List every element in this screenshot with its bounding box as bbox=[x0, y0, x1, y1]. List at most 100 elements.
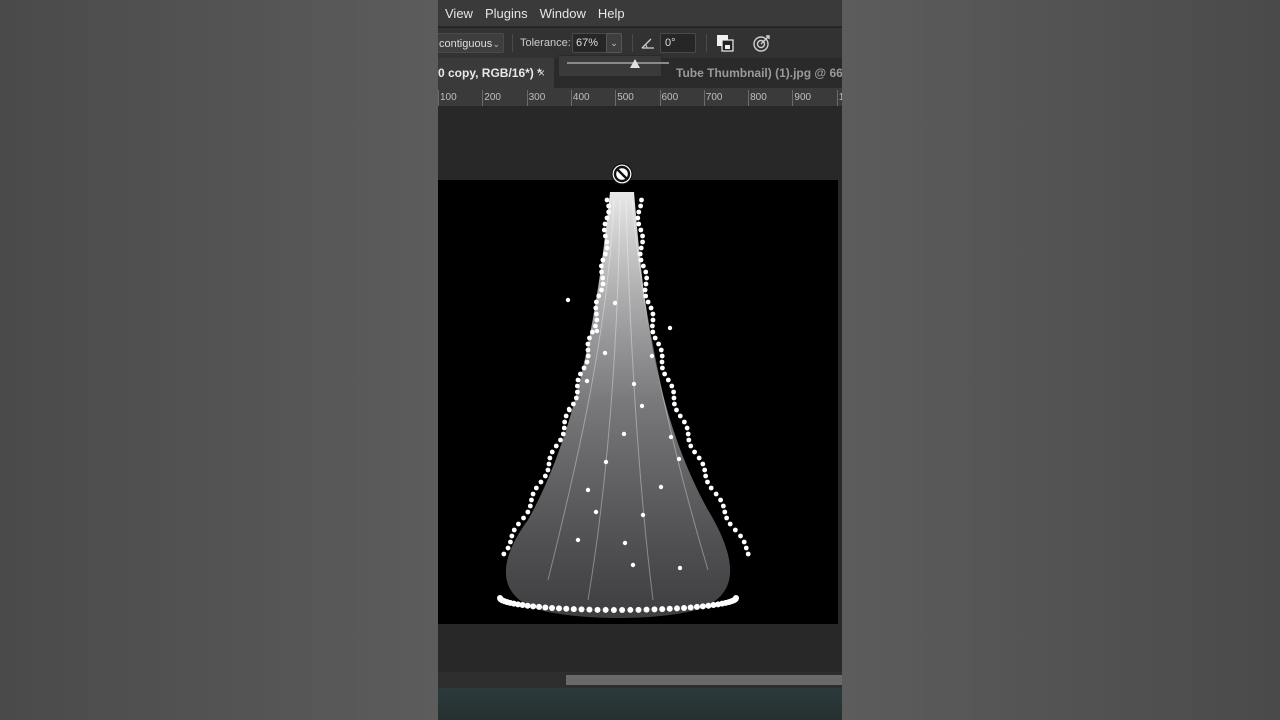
veil-flower bbox=[674, 407, 679, 413]
veil-flower bbox=[738, 533, 743, 539]
veil-flower bbox=[542, 473, 548, 479]
tab-inactive-document[interactable]: Tube Thumbnail) (1).jpg @ 66.7% bbox=[676, 58, 842, 88]
veil-flower bbox=[636, 221, 642, 227]
veil-flower bbox=[718, 497, 723, 503]
veil-flower bbox=[619, 606, 626, 613]
veil-flower bbox=[745, 551, 751, 557]
veil-flower bbox=[705, 479, 710, 485]
veil-flower bbox=[688, 443, 694, 449]
angle-input[interactable]: 0° bbox=[660, 33, 696, 53]
veil-flower bbox=[677, 565, 683, 571]
veil-flower bbox=[671, 389, 676, 395]
veil-flower bbox=[676, 456, 682, 462]
divider bbox=[632, 34, 633, 52]
veil-flower bbox=[521, 515, 526, 521]
tolerance-slider-popup[interactable] bbox=[558, 55, 669, 77]
veil-flower bbox=[660, 365, 665, 371]
veil-flower bbox=[622, 540, 628, 546]
horizontal-scrollbar[interactable] bbox=[438, 672, 842, 688]
veil-flower bbox=[585, 347, 591, 353]
veil-flower bbox=[640, 263, 646, 269]
tab-inactive-label: Tube Thumbnail) (1).jpg @ 66.7% bbox=[676, 66, 842, 80]
veil-flower bbox=[643, 606, 650, 613]
veil-flower bbox=[644, 275, 650, 281]
veil-flower bbox=[643, 269, 649, 275]
options-bar: contiguous ⌄ Tolerance: 67% ⌄ 0° bbox=[438, 27, 842, 58]
close-icon[interactable]: × bbox=[538, 58, 545, 88]
bottom-bar bbox=[438, 688, 842, 720]
slider-track bbox=[567, 62, 669, 64]
veil-flower bbox=[584, 359, 590, 365]
veil-illustration bbox=[497, 192, 751, 618]
veil-flower bbox=[638, 227, 644, 233]
scrollbar-thumb[interactable] bbox=[566, 675, 842, 685]
veil-flower bbox=[511, 527, 517, 533]
angle-value: 0° bbox=[665, 37, 676, 49]
veil-flower bbox=[600, 281, 606, 287]
contiguous-label: contiguous bbox=[439, 38, 493, 50]
veil-flower bbox=[693, 603, 700, 610]
menu-item-help[interactable]: Help bbox=[598, 6, 625, 21]
veil-flower bbox=[524, 602, 531, 609]
veil-flower bbox=[703, 473, 709, 479]
angle-icon bbox=[641, 38, 654, 49]
veil-flower bbox=[530, 491, 536, 497]
veil-flower bbox=[643, 281, 649, 287]
veil-flower bbox=[612, 300, 618, 306]
veil-flower bbox=[606, 203, 612, 209]
veil-flower bbox=[508, 539, 513, 545]
tab-active-document[interactable]: 0 copy, RGB/16*) * × bbox=[438, 58, 554, 88]
menu-bar: View Plugins Window Help bbox=[438, 0, 842, 26]
contiguous-dropdown[interactable]: contiguous ⌄ bbox=[438, 33, 504, 53]
veil-flower bbox=[627, 606, 634, 613]
veil-flower bbox=[743, 545, 749, 551]
veil-flower bbox=[545, 467, 551, 473]
veil-flower bbox=[681, 419, 687, 425]
slider-thumb[interactable] bbox=[630, 59, 641, 68]
veil-flower bbox=[563, 605, 570, 612]
veil-flower bbox=[684, 425, 690, 431]
veil-flower bbox=[662, 371, 668, 377]
veil-flower bbox=[558, 437, 563, 443]
veil-flower bbox=[635, 606, 642, 613]
swatch-icon[interactable] bbox=[716, 34, 734, 52]
veil-flower bbox=[659, 606, 666, 613]
veil-flower bbox=[680, 604, 687, 611]
target-icon[interactable] bbox=[752, 33, 772, 53]
veil-flower bbox=[560, 431, 566, 437]
ruler-tick-label: 100 bbox=[440, 92, 457, 103]
tolerance-label: Tolerance: bbox=[520, 37, 571, 49]
veil-flower bbox=[603, 459, 609, 465]
veil-flower bbox=[593, 305, 599, 311]
veil-flower bbox=[640, 512, 646, 518]
veil-flower bbox=[601, 227, 607, 233]
veil-flower bbox=[636, 209, 642, 215]
veil-flower bbox=[570, 606, 577, 613]
ruler-tick bbox=[792, 90, 794, 106]
menu-item-window[interactable]: Window bbox=[540, 6, 586, 21]
veil-flower bbox=[637, 251, 643, 257]
veil-flower bbox=[648, 305, 654, 311]
tolerance-dropdown-button[interactable]: ⌄ bbox=[606, 33, 622, 53]
photoshop-window: View Plugins Window Help contiguous ⌄ Toler… bbox=[438, 0, 842, 720]
ruler-tick bbox=[836, 90, 838, 106]
veil-flower bbox=[621, 431, 627, 437]
veil-flower bbox=[687, 604, 694, 611]
menu-item-view[interactable]: View bbox=[445, 6, 473, 21]
veil-flower bbox=[585, 353, 591, 359]
veil-flower bbox=[665, 377, 671, 383]
veil-flower bbox=[530, 603, 537, 610]
veil-flower bbox=[585, 341, 591, 347]
veil-flower bbox=[652, 335, 658, 341]
no-entry-cursor-icon bbox=[611, 163, 633, 185]
veil-flower bbox=[547, 455, 553, 461]
veil-flower bbox=[561, 425, 567, 431]
veil-image[interactable] bbox=[438, 180, 838, 624]
menu-item-plugins[interactable]: Plugins bbox=[485, 6, 528, 21]
veil-flower bbox=[546, 461, 552, 467]
veil-flower bbox=[658, 484, 664, 490]
ruler-tick-label: 300 bbox=[528, 92, 546, 103]
veil-flower bbox=[685, 431, 691, 437]
veil-flower bbox=[700, 461, 706, 467]
veil-flower bbox=[533, 485, 539, 491]
